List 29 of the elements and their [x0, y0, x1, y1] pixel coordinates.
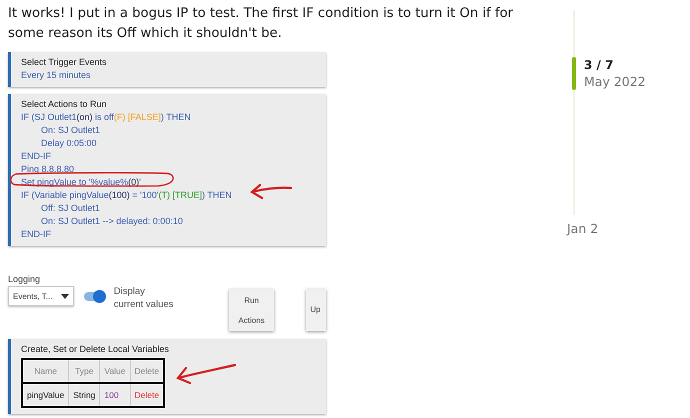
panel-title: Select Actions to Run — [21, 98, 108, 110]
code-line: Ping 8.8.8.80 — [21, 164, 74, 175]
post-text: It works! I put in a bogus IP to test. The first IF condition is to turn it On if for some reason its Off which it shouldn't be. — [8, 5, 514, 43]
column-header: Value — [100, 359, 130, 383]
panel-title: Create, Set or Delete Local Variables — [21, 343, 170, 355]
post-date: May 2022 — [584, 73, 646, 91]
panel-title: Select Trigger Events — [21, 56, 108, 68]
column-header: Name — [22, 359, 69, 383]
timeline-end-date: Jan 2 — [567, 221, 600, 236]
code-line: On: SJ Outlet1 --> delayed: 0:00:10 — [40, 216, 183, 227]
action-button[interactable]: Up — [306, 289, 326, 331]
toggle-label: Display current values — [114, 285, 174, 311]
code-line: END-IF — [21, 229, 51, 240]
logging-dropdown[interactable]: Events, T... — [8, 286, 74, 306]
annotation-arrow — [176, 364, 236, 384]
code-line: END-IF — [21, 151, 51, 162]
caret-icon — [61, 294, 69, 298]
code-line: IF (Variable pingValue(100) = '100'(T) [TRUE]) THEN — [21, 190, 232, 201]
logging-label: Logging — [8, 273, 42, 285]
toggle-switch[interactable] — [84, 292, 104, 301]
code-line: On: SJ Outlet1 — [40, 125, 100, 136]
post-position: 3 / 7 — [584, 57, 614, 73]
code-line: IF (SJ Outlet1(on) is off(F) [FALSE]) THEN — [21, 112, 191, 123]
code-line: Off: SJ Outlet1 — [40, 203, 100, 214]
trigger-value: Every 15 minutes — [21, 70, 91, 81]
column-header: Type — [68, 359, 100, 383]
annotation-arrow — [250, 184, 292, 200]
action-button[interactable]: Run Actions — [228, 289, 274, 331]
code-line: Delay 0:05:00 — [40, 138, 97, 149]
